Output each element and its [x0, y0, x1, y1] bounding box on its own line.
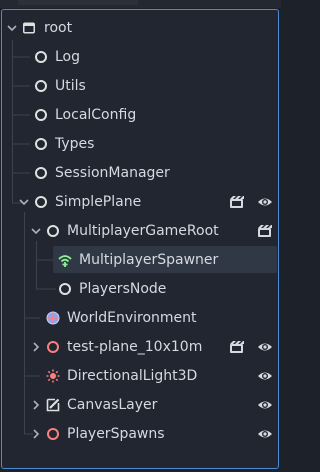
tree-row-canvaslayer[interactable]: CanvasLayer: [0, 391, 281, 420]
node-circle-icon: [35, 167, 47, 179]
tree-label: Utils: [55, 78, 86, 94]
node-circle-icon: [35, 109, 47, 121]
tree-label: WorldEnvironment: [67, 310, 197, 326]
visibility-eye-icon[interactable]: [257, 398, 273, 412]
tree-label: SimplePlane: [55, 194, 142, 210]
tree-label: MultiplayerGameRoot: [67, 223, 219, 239]
chevron-right-icon[interactable]: [30, 399, 42, 411]
tree-label: Types: [55, 136, 95, 152]
tree-row-multiplayergameroot[interactable]: MultiplayerGameRoot: [0, 217, 281, 246]
chevron-down-icon[interactable]: [18, 196, 30, 208]
tree-row-types[interactable]: Types: [0, 130, 281, 159]
tree-label: CanvasLayer: [67, 397, 158, 413]
chevron-down-icon[interactable]: [30, 225, 42, 237]
directional-light-icon: [46, 369, 60, 383]
canvas-layer-icon: [46, 398, 60, 412]
tree-row-playersnode[interactable]: PlayersNode: [0, 275, 281, 304]
tree-row-localconfig[interactable]: LocalConfig: [0, 101, 281, 130]
open-in-editor-icon[interactable]: [229, 340, 245, 354]
node-circle-icon: [59, 283, 71, 295]
node-circle-icon: [47, 225, 59, 237]
visibility-eye-icon[interactable]: [257, 369, 273, 383]
node-circle-icon: [35, 51, 47, 63]
tree-row-log[interactable]: Log: [0, 43, 281, 72]
tree-label-root: root: [44, 20, 73, 36]
visibility-eye-icon[interactable]: [257, 340, 273, 354]
tree-label: LocalConfig: [55, 107, 137, 123]
tree-label: DirectionalLight3D: [67, 368, 198, 384]
tree-label: PlayerSpawns: [67, 426, 165, 442]
scene-root-icon: [23, 22, 35, 34]
tree-label: test-plane_10x10m: [67, 339, 203, 355]
open-in-editor-icon[interactable]: [229, 195, 245, 209]
node-circle-icon: [35, 80, 47, 92]
node3d-circle-icon: [47, 341, 59, 353]
tree-row-playerspawns[interactable]: PlayerSpawns: [0, 420, 281, 449]
open-in-editor-icon[interactable]: [257, 224, 273, 238]
visibility-eye-icon[interactable]: [257, 427, 273, 441]
tree-label: Log: [55, 49, 81, 65]
tree-row-directionallight3d[interactable]: DirectionalLight3D: [0, 362, 281, 391]
scene-tree: root Log Utils LocalConfig Types Session…: [0, 0, 281, 472]
tree-row-simpleplane[interactable]: SimplePlane: [0, 188, 281, 217]
tree-row-multiplayerspawner[interactable]: MultiplayerSpawner: [0, 246, 281, 275]
chevron-down-icon[interactable]: [6, 22, 18, 34]
node-circle-icon: [35, 138, 47, 150]
node3d-circle-icon: [47, 428, 59, 440]
tree-row-root[interactable]: root: [0, 14, 281, 43]
tree-row-utils[interactable]: Utils: [0, 72, 281, 101]
chevron-right-icon[interactable]: [30, 428, 42, 440]
tree-row-sessionmanager[interactable]: SessionManager: [0, 159, 281, 188]
tree-label: SessionManager: [55, 165, 170, 181]
tree-row-worldenvironment[interactable]: WorldEnvironment: [0, 304, 281, 333]
multiplayer-spawner-icon: [58, 255, 72, 267]
tree-label: MultiplayerSpawner: [79, 252, 219, 268]
tree-row-test-plane[interactable]: test-plane_10x10m: [0, 333, 281, 362]
world-environment-icon: [46, 311, 60, 325]
visibility-eye-icon[interactable]: [257, 195, 273, 209]
node-circle-icon: [35, 196, 47, 208]
chevron-right-icon[interactable]: [30, 341, 42, 353]
tree-label: PlayersNode: [79, 281, 167, 297]
